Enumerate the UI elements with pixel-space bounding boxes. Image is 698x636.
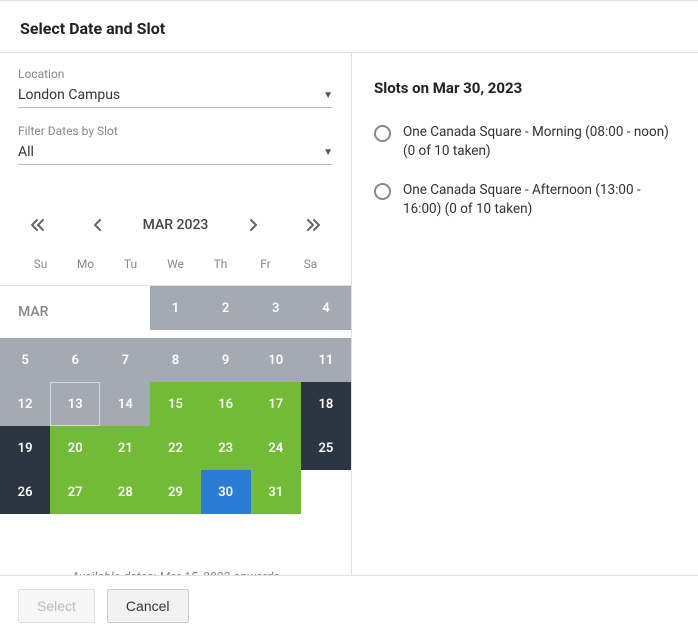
calendar-day[interactable]: 21 [100,426,150,470]
weekday-label: We [153,251,198,277]
caret-down-icon: ▼ [323,147,333,158]
next-month-button[interactable] [237,209,269,241]
calendar-day[interactable]: 28 [100,470,150,514]
calendar-day[interactable]: 16 [201,382,251,426]
calendar-day[interactable]: 25 [301,426,351,470]
location-value: London Campus [18,87,120,103]
calendar-day[interactable]: 31 [251,470,301,514]
chevrons-left-icon [30,218,46,232]
chevrons-right-icon [305,218,321,232]
prev-month-button[interactable] [82,209,114,241]
calendar-day: 5 [0,338,50,382]
calendar-day: 1 [150,286,200,330]
slot-label: One Canada Square - Afternoon (13:00 - 1… [403,181,676,219]
calendar-day: 14 [100,382,150,426]
radio-icon [374,125,391,142]
calendar-day: 10 [251,338,301,382]
calendar-day[interactable]: 30 [201,470,251,514]
chevron-right-icon [248,218,258,232]
filter-field: Filter Dates by Slot All ▼ [18,124,333,165]
slot-label: One Canada Square - Morning (08:00 - noo… [403,123,676,161]
caret-down-icon: ▼ [323,90,333,101]
cancel-button[interactable]: Cancel [107,589,189,623]
weekday-header: SuMoTuWeThFrSa [18,251,333,277]
weekday-label: Sa [288,251,333,277]
weekday-label: Th [198,251,243,277]
dialog-title: Select Date and Slot [0,1,698,52]
dialog-body: Location London Campus ▼ Filter Dates by… [0,52,698,575]
slot-option[interactable]: One Canada Square - Afternoon (13:00 - 1… [374,181,676,219]
calendar-day: 13 [50,382,100,426]
calendar-day: 8 [150,338,200,382]
calendar-day[interactable]: 18 [301,382,351,426]
location-field: Location London Campus ▼ [18,67,333,108]
calendar-day: 3 [251,286,301,330]
calendar-day[interactable]: 20 [50,426,100,470]
calendar-grid: MAR 1234 5678910111213141516171819202122… [0,285,351,514]
calendar-day[interactable]: 22 [150,426,200,470]
radio-icon [374,183,391,200]
calendar-day[interactable]: 15 [150,382,200,426]
month-label: MAR [0,286,150,338]
weekday-label: Tu [108,251,153,277]
weekday-label: Su [18,251,63,277]
calendar-day[interactable]: 29 [150,470,200,514]
weekday-label: Fr [243,251,288,277]
select-date-slot-dialog: Select Date and Slot Location London Cam… [0,0,698,636]
calendar-day: 7 [100,338,150,382]
calendar-day: 9 [201,338,251,382]
weekday-label: Mo [63,251,108,277]
location-select[interactable]: London Campus ▼ [18,85,333,108]
filter-value: All [18,144,34,160]
chevron-left-icon [93,218,103,232]
location-label: Location [18,67,333,81]
dialog-footer: Select Cancel [0,575,698,636]
calendar-day[interactable]: 26 [0,470,50,514]
calendar-title: MAR 2023 [143,217,209,233]
calendar-day[interactable]: 19 [0,426,50,470]
right-panel: Slots on Mar 30, 2023 One Canada Square … [352,53,698,575]
select-button[interactable]: Select [18,589,95,623]
calendar-day: 2 [201,286,251,330]
left-panel: Location London Campus ▼ Filter Dates by… [0,53,352,575]
next-year-button[interactable] [297,209,329,241]
slots-title: Slots on Mar 30, 2023 [374,79,676,97]
slot-option[interactable]: One Canada Square - Morning (08:00 - noo… [374,123,676,161]
calendar-day[interactable]: 23 [201,426,251,470]
calendar-day[interactable]: 27 [50,470,100,514]
calendar-day: 4 [301,286,351,330]
calendar-day[interactable]: 24 [251,426,301,470]
calendar-nav: MAR 2023 [18,209,333,241]
filter-select[interactable]: All ▼ [18,142,333,165]
calendar-day: 11 [301,338,351,382]
calendar-day: 6 [50,338,100,382]
prev-year-button[interactable] [22,209,54,241]
calendar-day[interactable]: 17 [251,382,301,426]
calendar-day: 12 [0,382,50,426]
filter-label: Filter Dates by Slot [18,124,333,138]
